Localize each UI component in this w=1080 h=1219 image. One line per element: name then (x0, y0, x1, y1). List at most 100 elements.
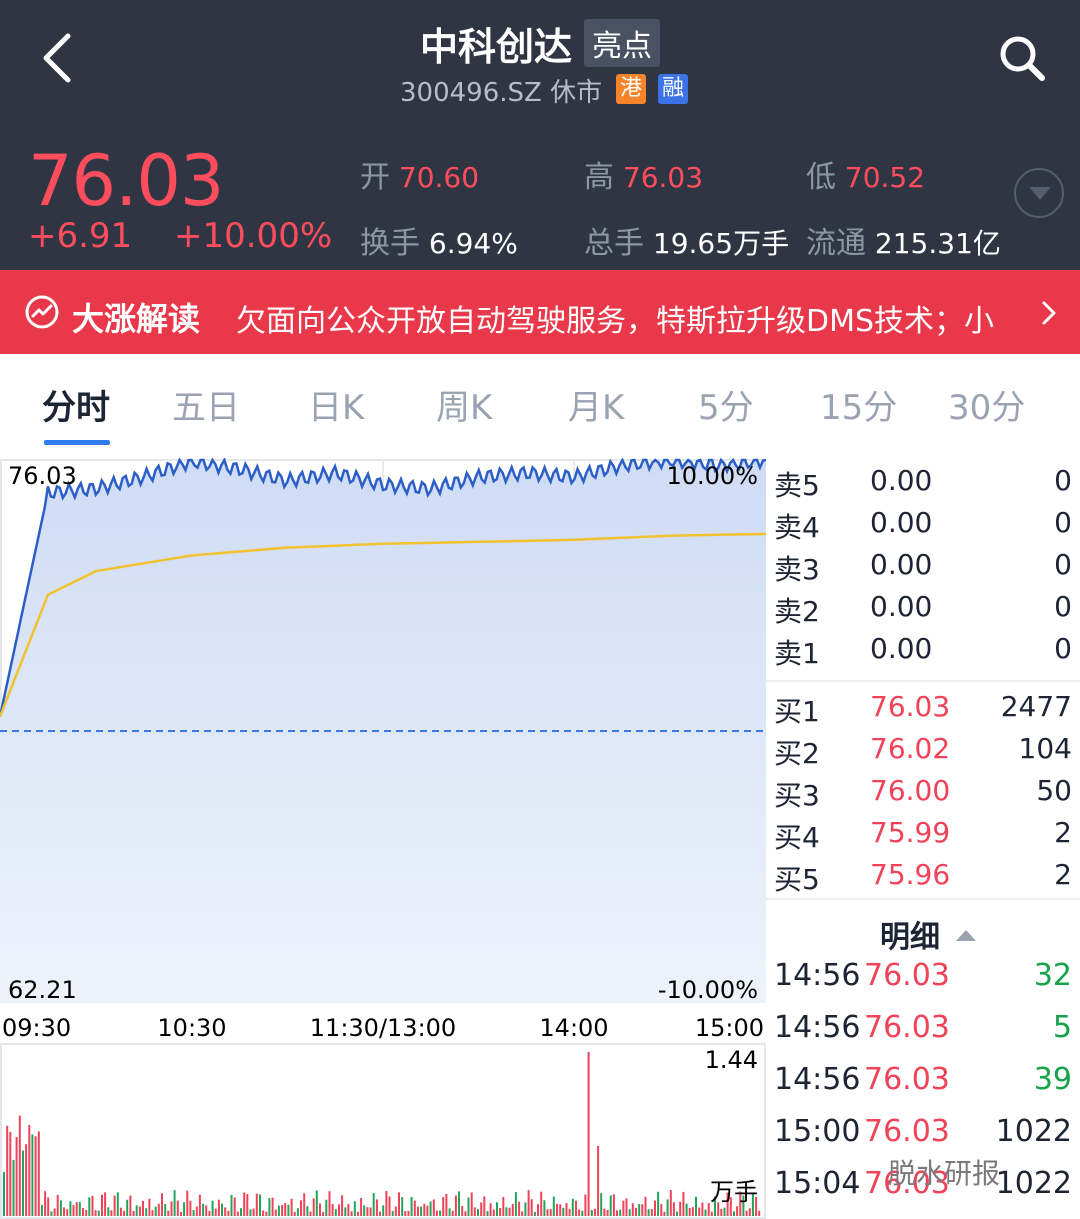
trade-row: 14:56 76.03 39 (774, 1062, 1078, 1108)
volume-bar (53, 1208, 56, 1216)
volume-bar (138, 1206, 141, 1216)
sell-level-row: 卖3 0.00 0 (774, 548, 1078, 590)
volume-bar (454, 1195, 457, 1216)
tab-weekly-k[interactable]: 周K (436, 380, 492, 429)
chart-tabs: 分时 五日 日K 周K 月K 5分 15分 30分 (0, 354, 1080, 454)
volume-bar (47, 1197, 50, 1216)
volume-bar (445, 1194, 448, 1216)
volume-bar (66, 1209, 69, 1216)
volume-bar (157, 1203, 160, 1216)
trade-time: 15:00 (774, 1114, 861, 1149)
volume-bar (195, 1206, 198, 1216)
sell-level-label: 卖1 (774, 637, 820, 670)
volume-bar (669, 1190, 672, 1216)
volume-bar (575, 1200, 577, 1216)
volume-bar (508, 1207, 511, 1216)
volume-bar (366, 1207, 369, 1216)
volume-bar (104, 1192, 107, 1216)
trend-up-icon (25, 295, 59, 329)
trade-time: 14:56 (774, 1010, 861, 1045)
sell-level-row: 卖4 0.00 0 (774, 506, 1078, 548)
volume-bar (391, 1211, 394, 1216)
volume-bar (398, 1192, 400, 1216)
volume-bar (180, 1212, 182, 1216)
sell-level-qty: 0 (1054, 548, 1072, 581)
volume-bar (170, 1201, 173, 1216)
high-value: 76.03 (622, 161, 704, 194)
intraday-chart[interactable]: 76.03 62.21 10.00% -10.00% 09:30 10:30 1… (0, 458, 766, 1219)
buy-level-row: 买4 75.99 2 (774, 816, 1078, 858)
volume-bar (303, 1193, 306, 1216)
banner-label: 大涨解读 (72, 300, 201, 338)
volume-bar (189, 1200, 192, 1216)
tab-five-day[interactable]: 五日 (172, 380, 240, 429)
volume-bar (25, 1144, 28, 1216)
search-button[interactable] (998, 34, 1048, 84)
volume-bar (499, 1208, 502, 1216)
sell-level-qty: 0 (1054, 590, 1072, 623)
volume-bar (233, 1197, 236, 1216)
volume-bar (344, 1207, 347, 1216)
price-change-pct: +10.00% (174, 216, 333, 256)
volume-bar (435, 1210, 438, 1216)
volume-bar (119, 1207, 122, 1216)
chevron-right-icon (1042, 301, 1056, 325)
volume-bar (597, 1146, 600, 1216)
volume-bar (401, 1197, 404, 1216)
volume-bar (69, 1201, 72, 1216)
buy-level-qty: 104 (1018, 732, 1072, 765)
volume-bar (521, 1211, 524, 1216)
detail-header[interactable]: 明细 (880, 912, 978, 956)
volume-bar (657, 1191, 660, 1216)
volume-bar (432, 1199, 435, 1216)
volume-bar (593, 1208, 596, 1216)
volume-bar (470, 1192, 473, 1216)
volume-bar (502, 1197, 505, 1216)
volume-bar (287, 1204, 290, 1216)
volume-bar (123, 1210, 126, 1216)
volume-bar (650, 1209, 653, 1216)
trade-qty: 39 (1033, 1062, 1072, 1097)
pct-top-label: 10.00% (666, 462, 758, 490)
volume-bar (126, 1199, 129, 1216)
trade-price: 76.03 (864, 958, 950, 993)
search-icon (1000, 36, 1045, 81)
time-label-1130: 11:30/13:00 (310, 1014, 456, 1042)
tab-5min[interactable]: 5分 (698, 380, 754, 429)
sell-level-price: 0.00 (870, 590, 933, 623)
tab-intraday[interactable]: 分时 (42, 380, 110, 429)
volume-bar (461, 1206, 464, 1216)
tab-daily-k[interactable]: 日K (308, 380, 364, 429)
volume-bar (654, 1200, 656, 1216)
volume-bar (628, 1209, 631, 1216)
volume-bar (173, 1190, 176, 1216)
tab-30min[interactable]: 30分 (948, 380, 1025, 429)
volume-bar (647, 1209, 650, 1216)
news-banner[interactable]: 大涨解读 欠面向公众开放自动驾驶服务，特斯拉升级DMS技术；小 (0, 270, 1080, 354)
volume-bar (309, 1211, 312, 1216)
volume-bar (533, 1211, 536, 1216)
volume-bar (638, 1204, 641, 1216)
buy-level-label: 买5 (774, 863, 820, 896)
trade-row: 14:56 76.03 5 (774, 1010, 1078, 1056)
volume-bar (107, 1207, 110, 1216)
volume-bar (631, 1203, 634, 1216)
highlights-tag[interactable]: 亮点 (584, 19, 660, 67)
volume-bar (331, 1204, 334, 1216)
tab-15min[interactable]: 15分 (820, 380, 897, 429)
price-change: +6.91 (28, 216, 133, 256)
buy-level-price: 76.02 (870, 732, 951, 765)
volume-bar (154, 1206, 157, 1216)
sell-level-row: 卖2 0.00 0 (774, 590, 1078, 632)
tab-monthly-k[interactable]: 月K (568, 380, 624, 429)
volume-bar (186, 1190, 189, 1216)
low-value: 70.52 (844, 161, 926, 194)
volume-bar (334, 1209, 337, 1216)
volume-bar (571, 1198, 574, 1216)
volume-bar (347, 1204, 350, 1216)
volume-bar (458, 1191, 460, 1216)
expand-quote-button[interactable] (1014, 168, 1064, 218)
volume-bar (685, 1203, 688, 1216)
volume-bar (227, 1210, 230, 1216)
order-book: 卖5 0.00 0 卖4 0.00 0 卖3 0.00 0 卖2 0.00 0 卖1 0.00 0 买1 76… (766, 458, 1080, 1219)
